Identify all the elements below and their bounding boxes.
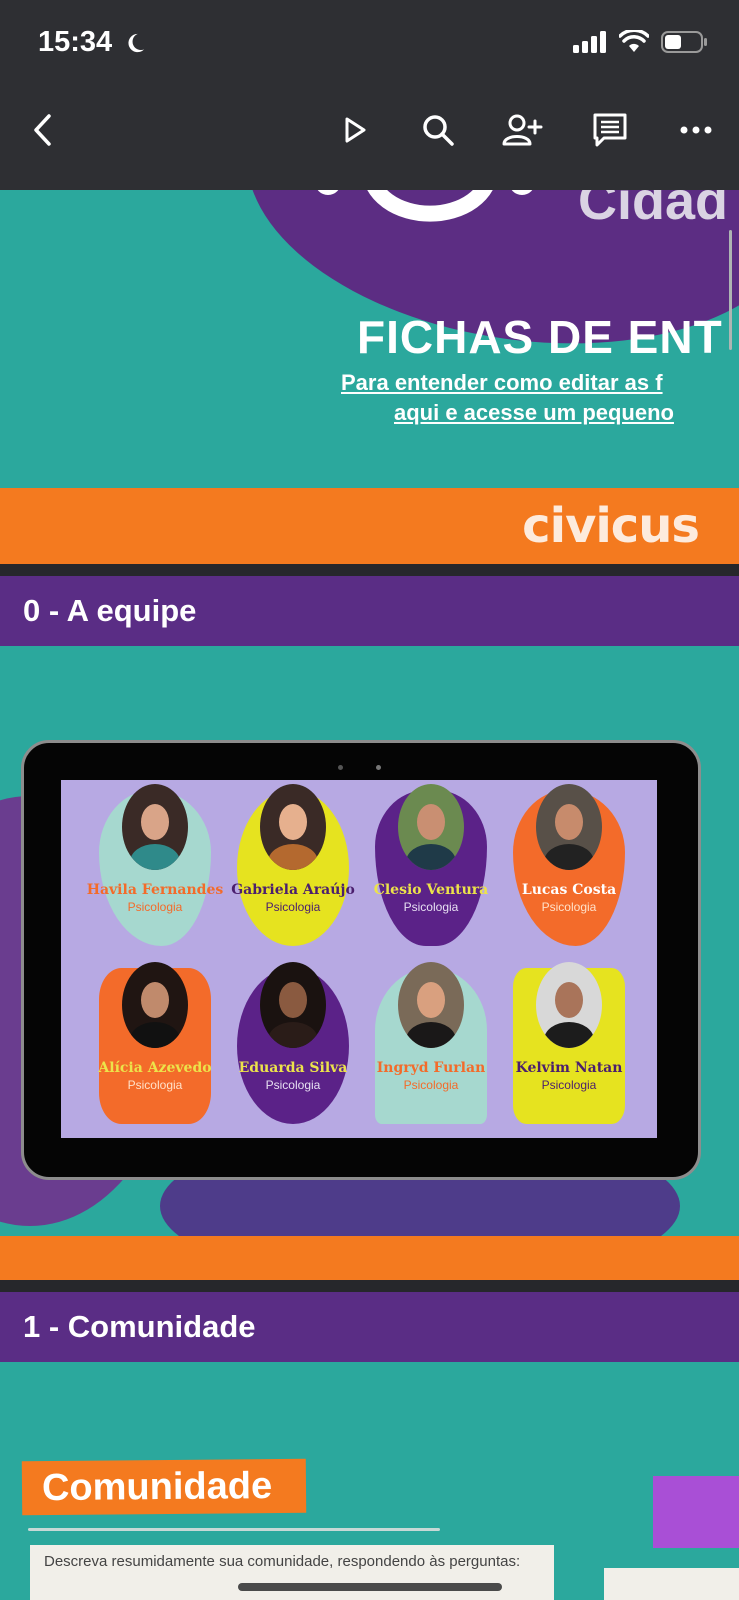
team-member-card: Lucas Costa Psicologia xyxy=(495,780,643,956)
present-button[interactable] xyxy=(330,105,380,155)
logo-mark xyxy=(317,190,533,222)
member-name: Ingryd Furlan xyxy=(376,1060,486,1076)
tablet-frame: Havila Fernandes Psicologia Gabriela Ara… xyxy=(21,740,701,1180)
search-icon xyxy=(423,115,454,146)
member-name: Havila Fernandes xyxy=(86,882,224,898)
team-member-card: Eduarda Silva Psicologia xyxy=(219,958,367,1134)
play-icon xyxy=(345,117,366,143)
section-title: 0 - A equipe xyxy=(23,593,197,628)
member-name: Kelvim Natan xyxy=(515,1060,623,1076)
more-button[interactable] xyxy=(671,105,721,155)
section-header-comunidade[interactable]: 1 - Comunidade xyxy=(0,1292,739,1362)
back-button[interactable] xyxy=(18,105,68,155)
member-name: Lucas Costa xyxy=(521,882,617,898)
brand-band: civicus xyxy=(0,488,739,564)
title-slide[interactable]: Cidad FICHAS DE ENT Para entender como e… xyxy=(0,190,739,488)
member-role: Psicologia xyxy=(265,1078,321,1092)
heading-underline xyxy=(28,1528,440,1531)
status-time: 15:34 xyxy=(38,26,113,58)
member-role: Psicologia xyxy=(127,900,183,914)
member-role: Psicologia xyxy=(403,1078,459,1092)
member-photo xyxy=(260,962,326,1048)
team-screen: Havila Fernandes Psicologia Gabriela Ara… xyxy=(61,780,657,1138)
section-header-equipe[interactable]: 0 - A equipe xyxy=(0,576,739,646)
team-member-card: Ingryd Furlan Psicologia xyxy=(357,958,505,1134)
add-person-icon xyxy=(502,114,543,146)
member-name: Eduarda Silva xyxy=(238,1060,348,1076)
sticky-note xyxy=(653,1476,739,1548)
search-button[interactable] xyxy=(413,105,463,155)
member-photo xyxy=(122,962,188,1048)
member-role: Psicologia xyxy=(127,1078,183,1092)
section-title: 1 - Comunidade xyxy=(23,1309,256,1344)
battery-icon xyxy=(661,31,707,53)
presentation-viewer: 15:34 Cidad FICHAS DE ENT Para entender … xyxy=(0,0,739,1600)
member-photo xyxy=(398,784,464,870)
top-bar: 15:34 xyxy=(0,0,739,190)
tablet-camera xyxy=(338,765,343,770)
member-role: Psicologia xyxy=(403,900,459,914)
comments-button[interactable] xyxy=(585,105,635,155)
prompt-text: Descreva resumidamente sua comunidade, r… xyxy=(44,1553,521,1570)
tablet-camera xyxy=(376,765,381,770)
side-card xyxy=(604,1568,739,1600)
member-photo xyxy=(536,784,602,870)
team-member-card: Havila Fernandes Psicologia xyxy=(81,780,229,956)
member-name: Alícia Azevedo xyxy=(98,1060,212,1076)
home-indicator[interactable] xyxy=(238,1583,502,1591)
prompt-card: Descreva resumidamente sua comunidade, r… xyxy=(30,1545,554,1600)
team-member-card: Kelvim Natan Psicologia xyxy=(495,958,643,1134)
slide-link-line1[interactable]: Para entender como editar as f xyxy=(341,370,663,396)
team-member-card: Clesio Ventura Psicologia xyxy=(357,780,505,956)
member-name: Gabriela Araújo xyxy=(231,882,355,898)
member-photo xyxy=(398,962,464,1048)
status-icons xyxy=(573,30,709,54)
member-photo xyxy=(122,784,188,870)
back-icon xyxy=(34,114,51,146)
signal-icon xyxy=(573,31,606,53)
scrollbar[interactable] xyxy=(729,230,732,350)
slide-footer-band xyxy=(0,1236,739,1280)
more-icon xyxy=(680,126,712,134)
slide-link-line2[interactable]: aqui e acesse um pequeno xyxy=(394,400,674,426)
slide-separator xyxy=(0,564,739,576)
team-member-card: Gabriela Araújo Psicologia xyxy=(219,780,367,956)
member-name: Clesio Ventura xyxy=(373,882,489,898)
slides-scroll-area[interactable]: Cidad FICHAS DE ENT Para entender como e… xyxy=(0,190,739,1600)
slide-separator xyxy=(0,1280,739,1292)
brand-logo: civicus xyxy=(522,498,700,554)
logo-text: Cidad xyxy=(578,190,729,231)
wifi-icon xyxy=(619,30,649,52)
member-photo xyxy=(260,784,326,870)
team-member-card: Alícia Azevedo Psicologia xyxy=(81,958,229,1134)
comment-icon xyxy=(593,113,627,147)
member-role: Psicologia xyxy=(541,900,597,914)
member-role: Psicologia xyxy=(265,900,321,914)
comunidade-heading: Comunidade xyxy=(21,1458,307,1516)
member-photo xyxy=(536,962,602,1048)
share-button[interactable] xyxy=(497,105,547,155)
member-role: Psicologia xyxy=(541,1078,597,1092)
moon-icon xyxy=(128,33,145,53)
slide-title: FICHAS DE ENT xyxy=(357,311,723,363)
toolbar xyxy=(0,105,739,175)
